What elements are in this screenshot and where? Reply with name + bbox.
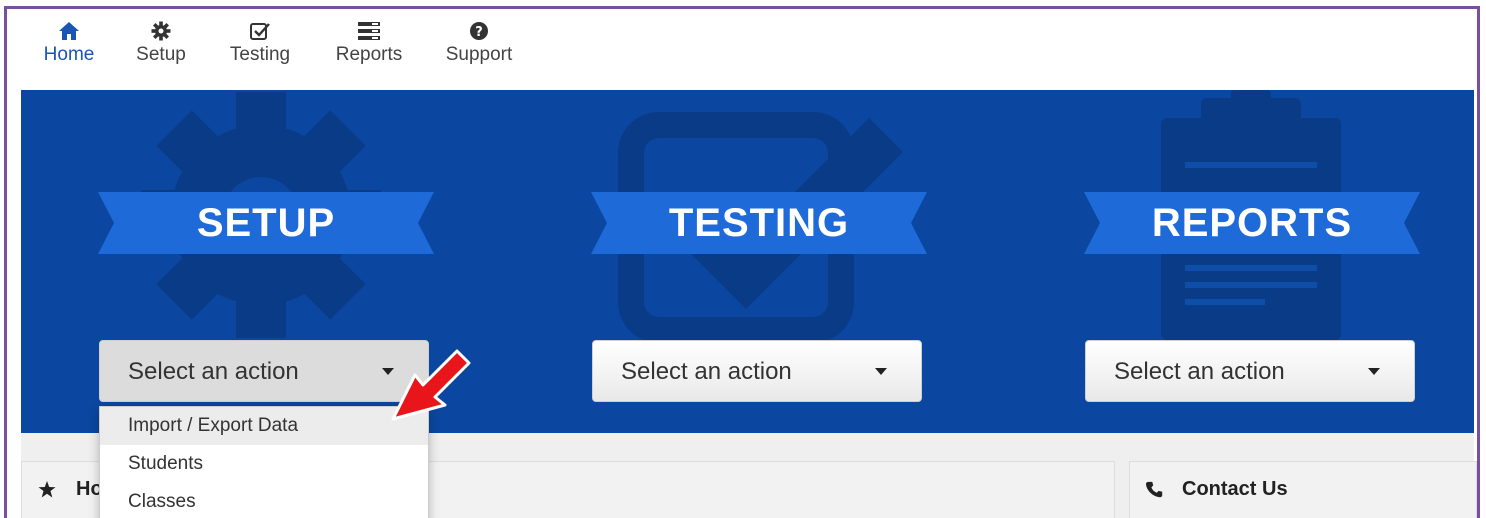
ribbon-reports: REPORTS: [1084, 192, 1420, 254]
star-icon: [38, 481, 56, 503]
nav-reports-label: Reports: [335, 44, 403, 65]
menu-item-import-export[interactable]: Import / Export Data: [100, 407, 428, 445]
chevron-down-icon: [1368, 368, 1380, 375]
setup-action-select-label: Select an action: [128, 358, 299, 385]
question-icon: ?: [439, 21, 519, 43]
annotation-arrow-icon: [385, 345, 475, 430]
reports-action-select-label: Select an action: [1114, 358, 1285, 385]
nav-support[interactable]: ? Support: [439, 21, 519, 66]
nav-testing-label: Testing: [229, 44, 291, 65]
nav-home-label: Home: [43, 44, 95, 65]
checkbox-icon: [223, 21, 297, 43]
app-window: Home Setup Testing Reports ? Support SET…: [4, 6, 1480, 518]
section-title-testing: TESTING: [668, 201, 850, 245]
phone-icon: [1146, 481, 1164, 504]
setup-action-select[interactable]: Select an action: [99, 340, 429, 402]
gear-icon: [131, 21, 191, 43]
nav-testing[interactable]: Testing: [223, 21, 297, 66]
section-title-reports: REPORTS: [1151, 201, 1353, 245]
list-icon: [329, 21, 409, 43]
nav-reports[interactable]: Reports: [329, 21, 409, 66]
ribbon-setup: SETUP: [98, 192, 434, 254]
chevron-down-icon: [875, 368, 887, 375]
reports-action-select[interactable]: Select an action: [1085, 340, 1415, 402]
nav-home[interactable]: Home: [39, 21, 99, 66]
menu-item-students[interactable]: Students: [100, 445, 428, 483]
svg-text:?: ?: [475, 25, 483, 40]
home-icon: [39, 21, 99, 43]
nav-setup-label: Setup: [136, 44, 186, 65]
testing-action-select[interactable]: Select an action: [592, 340, 922, 402]
nav-support-label: Support: [445, 44, 513, 65]
setup-action-menu: Import / Export Data Students Classes: [99, 406, 429, 518]
section-title-setup: SETUP: [196, 201, 336, 245]
testing-action-select-label: Select an action: [621, 358, 792, 385]
contact-panel: Contact Us: [1129, 461, 1477, 518]
top-nav: Home Setup Testing Reports ? Support: [7, 9, 1477, 90]
nav-setup[interactable]: Setup: [131, 21, 191, 66]
menu-item-classes[interactable]: Classes: [100, 483, 428, 518]
ribbon-testing: TESTING: [591, 192, 927, 254]
hero-banner: SETUP TESTING REPORTS Select an action S…: [21, 90, 1474, 433]
contact-panel-title: Contact Us: [1182, 478, 1288, 500]
